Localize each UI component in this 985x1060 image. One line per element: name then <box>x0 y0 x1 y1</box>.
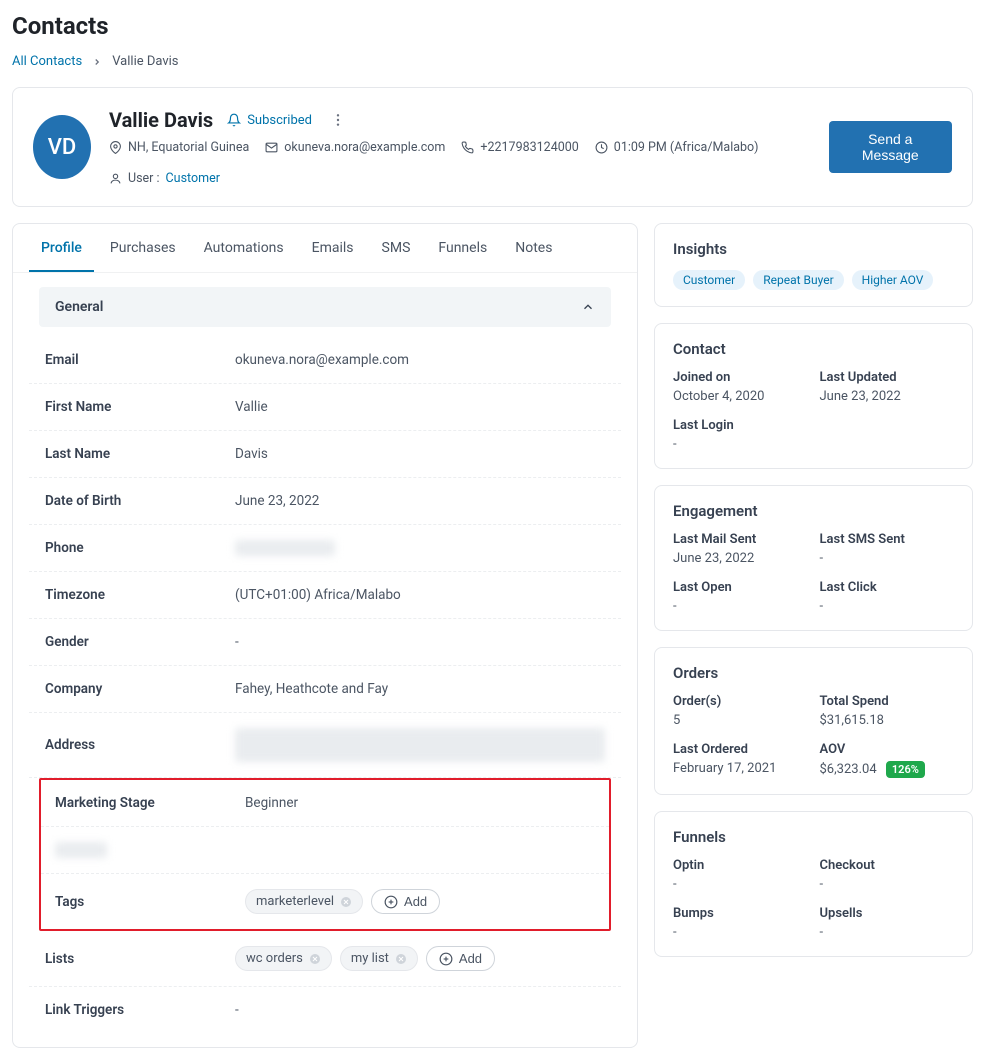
field-email: Email okuneva.nora@example.com <box>29 337 621 384</box>
tabs: Profile Purchases Automations Emails SMS… <box>13 224 637 273</box>
insights-title: Insights <box>673 240 954 258</box>
field-phone: Phone +2217983124000 <box>29 525 621 572</box>
add-tag-button[interactable]: Add <box>371 889 440 914</box>
chevron-right-icon <box>92 57 102 67</box>
clock-icon <box>595 141 608 154</box>
list-chip: wc orders <box>235 946 332 971</box>
contact-info-title: Contact <box>673 340 954 358</box>
more-actions-button[interactable] <box>326 108 350 132</box>
field-dob: Date of Birth June 23, 2022 <box>29 478 621 525</box>
meta-phone: +2217983124000 <box>461 140 578 155</box>
remove-list-button[interactable] <box>395 953 407 965</box>
contact-header-card: VD Vallie Davis Subscribed <box>12 87 973 207</box>
meta-user: User : Customer <box>109 171 220 186</box>
field-lists: Lists wc orders my list <box>29 931 621 987</box>
funnels-title: Funnels <box>673 828 954 846</box>
bell-icon <box>227 113 241 127</box>
plus-circle-icon <box>384 895 398 909</box>
phone-icon <box>461 141 474 154</box>
avatar: VD <box>33 115 91 179</box>
page-title: Contacts <box>12 12 973 40</box>
mail-icon <box>265 141 278 154</box>
redacted-value: +2217983124000 <box>235 540 335 556</box>
user-link[interactable]: Customer <box>166 171 220 186</box>
general-section-title: General <box>55 299 103 315</box>
redacted-label: redacted <box>55 842 107 858</box>
breadcrumb-current: Vallie Davis <box>112 54 178 69</box>
meta-time: 01:09 PM (Africa/Malabo) <box>595 140 759 155</box>
tab-sms[interactable]: SMS <box>370 224 423 272</box>
contact-name: Vallie Davis <box>109 108 213 132</box>
tab-profile[interactable]: Profile <box>29 224 94 272</box>
highlighted-section: Marketing Stage Beginner redacted Tags m… <box>39 778 611 931</box>
general-section-header[interactable]: General <box>39 287 611 327</box>
send-message-button[interactable]: Send a Message <box>829 121 952 173</box>
field-company: Company Fahey, Heathcote and Fay <box>29 666 621 713</box>
user-icon <box>109 172 122 185</box>
aov-pct-badge: 126% <box>886 761 925 778</box>
orders-title: Orders <box>673 664 954 682</box>
tab-funnels[interactable]: Funnels <box>426 224 499 272</box>
subscribed-label: Subscribed <box>247 113 312 128</box>
dots-vertical-icon <box>330 112 346 128</box>
insight-badge: Higher AOV <box>852 270 934 290</box>
subscribed-badge: Subscribed <box>227 113 312 128</box>
insight-badge: Repeat Buyer <box>753 270 843 290</box>
breadcrumb: All Contacts Vallie Davis <box>12 54 973 69</box>
remove-tag-button[interactable] <box>340 896 352 908</box>
profile-tabs-card: Profile Purchases Automations Emails SMS… <box>12 223 638 1048</box>
tag-chip: marketerlevel <box>245 889 363 914</box>
funnels-card: Funnels Optin- Checkout- Bumps- Upsells- <box>654 811 973 957</box>
tab-emails[interactable]: Emails <box>300 224 366 272</box>
meta-location: NH, Equatorial Guinea <box>109 140 249 155</box>
add-list-button[interactable]: Add <box>426 946 495 971</box>
redacted-value: redacted <box>235 728 605 762</box>
remove-list-button[interactable] <box>309 953 321 965</box>
orders-card: Orders Order(s)5 Total Spend$31,615.18 L… <box>654 647 973 795</box>
engagement-card: Engagement Last Mail SentJune 23, 2022 L… <box>654 485 973 631</box>
field-gender: Gender - <box>29 619 621 666</box>
field-first-name: First Name Vallie <box>29 384 621 431</box>
tab-purchases[interactable]: Purchases <box>98 224 188 272</box>
contact-info-card: Contact Joined onOctober 4, 2020 Last Up… <box>654 323 973 469</box>
breadcrumb-all-contacts[interactable]: All Contacts <box>12 54 82 69</box>
insights-card: Insights Customer Repeat Buyer Higher AO… <box>654 223 973 307</box>
field-timezone: Timezone (UTC+01:00) Africa/Malabo <box>29 572 621 619</box>
tab-automations[interactable]: Automations <box>192 224 296 272</box>
meta-email: okuneva.nora@example.com <box>265 140 445 155</box>
field-marketing-stage: Marketing Stage Beginner <box>41 780 609 827</box>
plus-circle-icon <box>439 952 453 966</box>
field-hidden: redacted <box>41 827 609 874</box>
field-tags: Tags marketerlevel <box>41 874 609 929</box>
location-icon <box>109 141 122 154</box>
field-link-triggers: Link Triggers - <box>29 987 621 1033</box>
chevron-up-icon <box>581 300 595 314</box>
engagement-title: Engagement <box>673 502 954 520</box>
insight-badge: Customer <box>673 270 745 290</box>
field-address: Address redacted <box>29 713 621 778</box>
list-chip: my list <box>340 946 418 971</box>
field-last-name: Last Name Davis <box>29 431 621 478</box>
tab-notes[interactable]: Notes <box>503 224 564 272</box>
